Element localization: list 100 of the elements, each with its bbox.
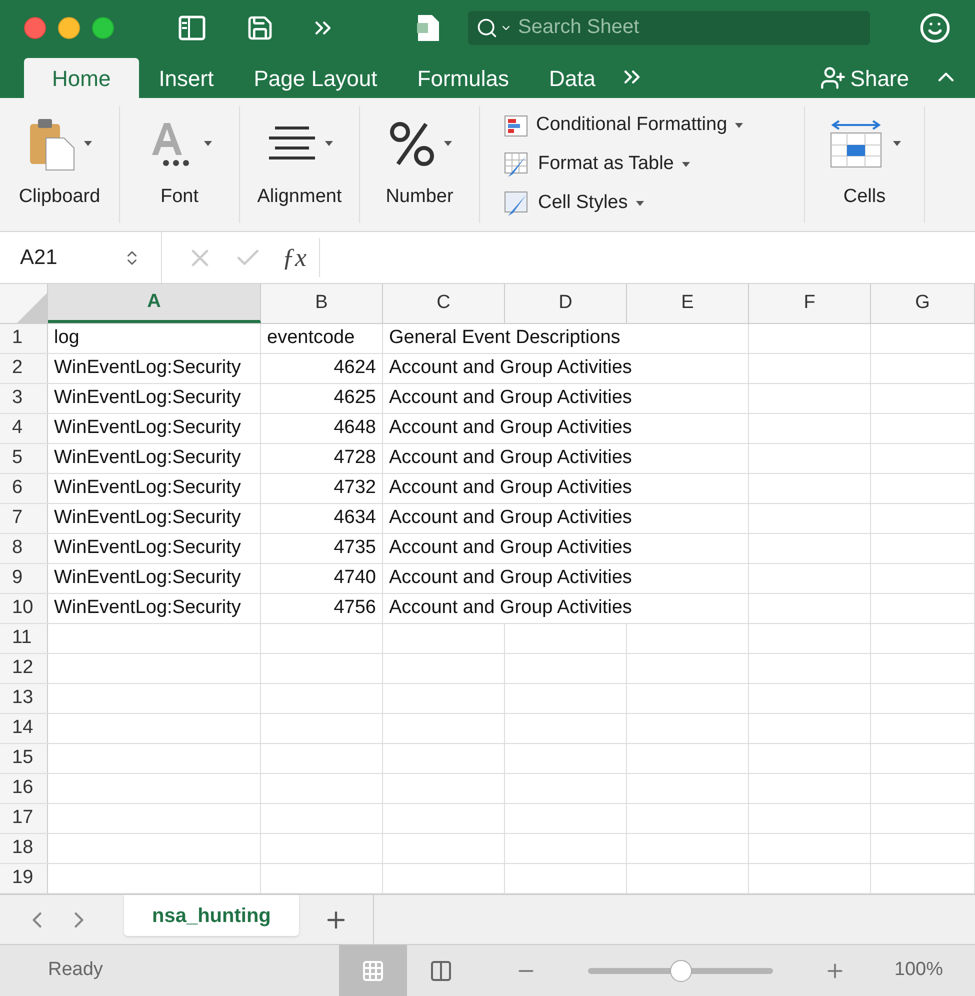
column-header[interactable]: F [749,284,871,323]
column-header[interactable]: C [383,284,505,323]
row-header[interactable]: 18 [0,834,48,863]
page-icon [429,958,454,982]
ribbon-tab[interactable]: Page Layout [234,58,398,98]
column-header[interactable]: D [505,284,627,323]
ribbon-tab[interactable]: Formulas [397,58,529,98]
row-header[interactable]: 9 [0,564,48,593]
table-cell: eventcode [261,324,383,353]
table-cell: 4735 [261,534,383,563]
sheet-tab[interactable]: nsa_hunting [124,895,299,936]
ribbon-tab[interactable]: Data [528,58,616,98]
add-person-icon [820,65,846,91]
caret-icon[interactable] [636,200,644,206]
row-header[interactable]: 14 [0,714,48,743]
table-cell: Account and Group Activities [383,414,749,443]
style-menu-button[interactable]: Conditional Formatting [504,111,780,140]
caret-icon[interactable] [84,141,92,147]
row-header[interactable]: 1 [0,324,48,353]
table-cell: WinEventLog:Security [48,354,261,383]
ribbon-group-button[interactable]: Font [120,106,240,223]
row-header[interactable]: 10 [0,594,48,623]
table-cell: 4732 [261,474,383,503]
slider-thumb[interactable] [670,960,692,982]
style-menu-button[interactable]: Cell Styles [504,189,780,218]
row-header[interactable]: 16 [0,774,48,803]
table-cell: WinEventLog:Security [48,384,261,413]
row-header[interactable]: 6 [0,474,48,503]
sidebar-icon[interactable] [178,14,206,40]
save-icon[interactable] [246,14,274,42]
table-cell: Account and Group Activities [383,384,749,413]
clipboard-icon [28,116,76,172]
search-icon [476,16,498,38]
table-cell: WinEventLog:Security [48,474,261,503]
cells-icon [828,119,884,169]
minimize-icon[interactable] [58,16,80,38]
table-cell: WinEventLog:Security [48,504,261,533]
document-icon [416,14,440,42]
column-header[interactable]: G [871,284,975,323]
account-icon[interactable] [919,12,951,44]
table-cell: 4740 [261,564,383,593]
table-cell: log [48,324,261,353]
ribbon-group-button[interactable]: Cells [805,106,925,223]
row-header[interactable]: 12 [0,654,48,683]
row-header[interactable]: 8 [0,534,48,563]
table-cell: 4648 [261,414,383,443]
table-cell: WinEventLog:Security [48,414,261,443]
row-header[interactable]: 17 [0,804,48,833]
row-header[interactable]: 7 [0,504,48,533]
maximize-icon[interactable] [92,16,114,38]
grid-icon [361,958,386,982]
table-cell: 4756 [261,594,383,623]
caret-icon[interactable] [444,141,452,147]
row-header[interactable]: 19 [0,864,48,893]
table-cell: Account and Group Activities [383,444,749,473]
table-cell: Account and Group Activities [383,534,749,563]
table-cell: Account and Group Activities [383,354,749,383]
column-header[interactable]: E [627,284,749,323]
table-cell: WinEventLog:Security [48,594,261,623]
zoom-percentage: 100% [894,958,943,982]
conditional-formatting-icon [504,114,528,136]
ribbon-group-button[interactable]: Number [360,106,480,223]
caret-icon[interactable] [204,141,212,147]
name-box[interactable]: A21 [0,232,162,283]
table-cell: General Event Descriptions [383,324,749,353]
table-cell: 4728 [261,444,383,473]
table-cell: Account and Group Activities [383,504,749,533]
table-cell: Account and Group Activities [383,474,749,503]
column-header[interactable]: B [261,284,383,323]
percent-icon [388,120,436,168]
row-header[interactable]: 13 [0,684,48,713]
style-menu-button[interactable]: Format as Table [504,150,780,179]
ribbon-tab[interactable]: Insert [138,58,234,98]
ribbon-group-button[interactable]: Alignment [240,106,360,223]
ribbon-group-button[interactable]: Clipboard [0,106,120,223]
table-cell: WinEventLog:Security [48,444,261,473]
table-brush-icon [504,152,530,178]
row-header[interactable]: 4 [0,414,48,443]
table-cell: 4625 [261,384,383,413]
caret-icon[interactable] [892,141,900,147]
share-button[interactable]: Share [820,58,909,98]
ribbon-tab[interactable]: Home [24,58,139,98]
row-header[interactable]: 15 [0,744,48,773]
table-cell: WinEventLog:Security [48,564,261,593]
table-cell: 4634 [261,504,383,533]
caret-icon[interactable] [324,141,332,147]
search-field[interactable]: Search Sheet [468,10,870,44]
caret-icon[interactable] [682,162,690,168]
table-cell: WinEventLog:Security [48,534,261,563]
row-header[interactable]: 5 [0,444,48,473]
table-cell: 4624 [261,354,383,383]
status-text: Ready [48,958,103,982]
cell-brush-icon [504,190,530,216]
table-cell: Account and Group Activities [383,564,749,593]
table-cell: Account and Group Activities [383,594,749,623]
caret-icon[interactable] [735,122,744,128]
row-header[interactable]: 2 [0,354,48,383]
column-header[interactable]: A [48,284,261,323]
row-header[interactable]: 3 [0,384,48,413]
row-header[interactable]: 11 [0,624,48,653]
